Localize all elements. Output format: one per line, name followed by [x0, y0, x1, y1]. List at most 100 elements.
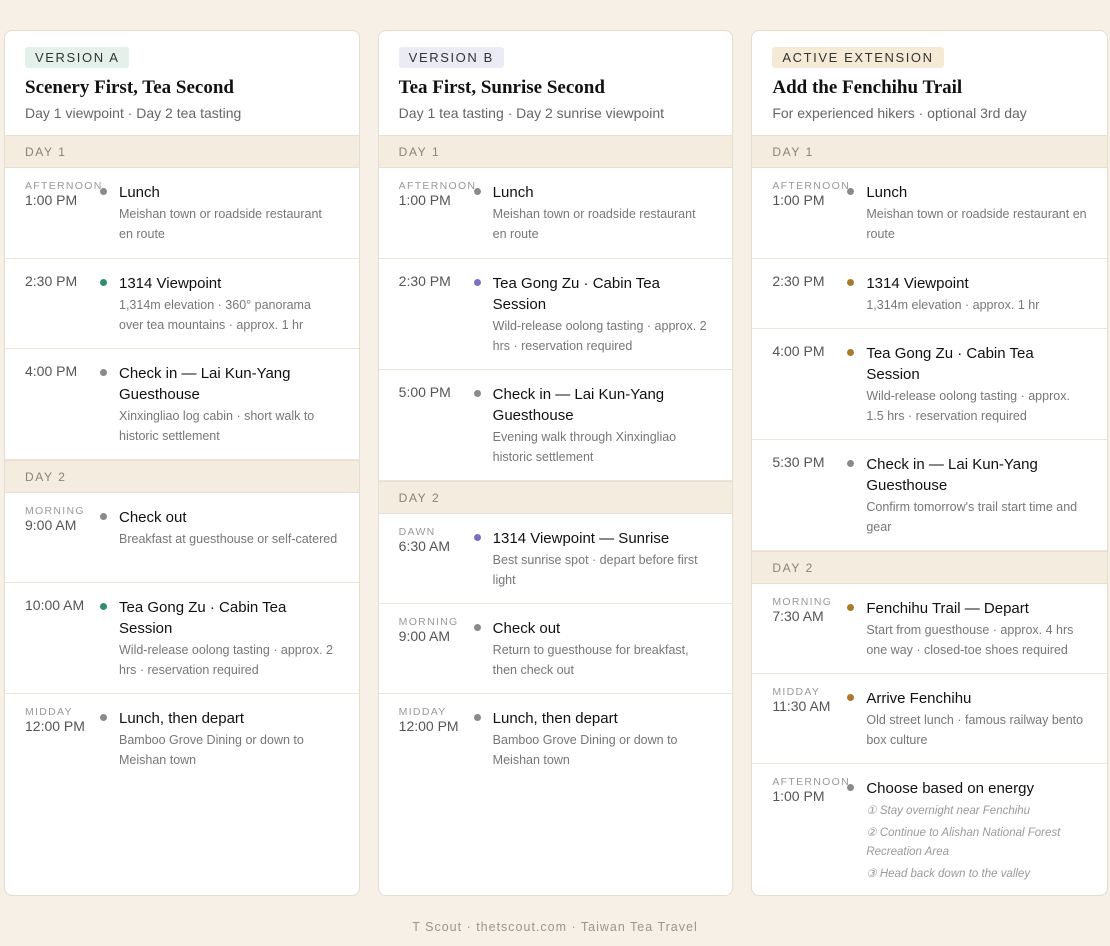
- event-time: 7:30 AM: [772, 608, 824, 624]
- period-label: AFTERNOON: [772, 776, 850, 788]
- event-title: Check in — Lai Kun-Yang Guesthouse: [492, 386, 665, 424]
- period-label: AFTERNOON: [398, 180, 477, 192]
- time-block: MORNING 9:00 AM: [25, 505, 107, 534]
- itinerary-event[interactable]: MIDDAY 12:00 PM Lunch, then depart Bambo…: [5, 694, 359, 784]
- event-title: Tea Gong Zu · Cabin Tea Session: [119, 599, 287, 637]
- card-subtitle: Day 1 viewpoint · Day 2 tea tasting: [25, 105, 242, 121]
- status-dot-icon: [100, 188, 107, 195]
- version-badge: VERSION A: [25, 47, 130, 68]
- itinerary-event[interactable]: AFTERNOON 1:00 PM Lunch Meishan town or …: [752, 168, 1108, 259]
- itinerary-event[interactable]: MORNING 9:00 AM Check out Breakfast at g…: [5, 493, 359, 583]
- event-description: Bamboo Grove Dining or down to Meishan t…: [492, 733, 678, 767]
- event-title: Check in — Lai Kun-Yang Guesthouse: [866, 456, 1038, 494]
- event-description: Wild-release oolong tasting · approx. 2 …: [119, 643, 334, 677]
- itinerary-event[interactable]: MIDDAY 11:30 AM Arrive Fenchihu Old stre…: [752, 674, 1108, 764]
- itinerary-event[interactable]: DAWN 6:30 AM 1314 Viewpoint — Sunrise Be…: [378, 514, 733, 604]
- status-dot-icon: [100, 603, 107, 610]
- period-label: MORNING: [398, 616, 459, 628]
- itinerary-event[interactable]: 4:00 PM Tea Gong Zu · Cabin Tea Session …: [752, 329, 1108, 440]
- event-description: Wild-release oolong tasting · approx. 1.…: [866, 389, 1070, 423]
- status-dot-icon: [473, 188, 481, 195]
- event-title: Check out: [492, 620, 561, 637]
- event-title: Tea Gong Zu · Cabin Tea Session: [866, 345, 1034, 383]
- event-title: Arrive Fenchihu: [866, 690, 972, 707]
- event-description: Best sunrise spot · depart before first …: [492, 553, 698, 587]
- event-time: 11:30 AM: [772, 698, 831, 714]
- time-block: 4:00 PM: [772, 341, 854, 360]
- card-header: ACTIVE EXTENSION Add the Fenchihu Trail …: [752, 31, 1107, 135]
- event-title: Fenchihu Trail — Depart: [866, 600, 1029, 617]
- event-description: Start from guesthouse · approx. 4 hrs on…: [866, 623, 1074, 657]
- time-block: AFTERNOON 1:00 PM: [772, 776, 854, 805]
- event-time: 2:30 PM: [772, 273, 825, 289]
- event-title: 1314 Viewpoint — Sunrise: [492, 530, 670, 547]
- active-extension-card: ACTIVE EXTENSION Add the Fenchihu Trail …: [751, 30, 1109, 896]
- itinerary-event[interactable]: 5:00 PM Check in — Lai Kun-Yang Guesthou…: [378, 370, 733, 481]
- time-block: 5:30 PM: [772, 452, 854, 471]
- event-time: 10:00 AM: [25, 597, 85, 613]
- event-time: 1:00 PM: [772, 192, 825, 208]
- card-title: Tea First, Sunrise Second: [398, 77, 605, 98]
- period-label: MIDDAY: [772, 686, 821, 698]
- status-dot-icon: [100, 369, 107, 376]
- itinerary-columns: VERSION A Scenery First, Tea Second Day …: [4, 30, 1109, 896]
- time-block: 2:30 PM: [25, 271, 107, 290]
- card-title: Scenery First, Tea Second: [25, 77, 234, 98]
- event-description: Bamboo Grove Dining or down to Meishan t…: [119, 733, 304, 767]
- status-dot-icon: [473, 624, 481, 631]
- period-label: DAWN: [398, 526, 436, 538]
- status-dot-icon: [473, 279, 481, 286]
- event-time: 4:00 PM: [772, 343, 825, 359]
- period-label: MORNING: [772, 596, 833, 608]
- day-header: DAY 2: [752, 551, 1108, 584]
- itinerary-event[interactable]: MORNING 7:30 AM Fenchihu Trail — Depart …: [752, 584, 1108, 674]
- itinerary-event[interactable]: MIDDAY 12:00 PM Lunch, then depart Bambo…: [379, 694, 733, 784]
- option-item: ② Continue to Alishan National Forest Re…: [866, 827, 1061, 858]
- status-dot-icon: [100, 513, 107, 520]
- itinerary-event[interactable]: 10:00 AM Tea Gong Zu · Cabin Tea Session…: [5, 583, 359, 694]
- itinerary-event[interactable]: 4:00 PM Check in — Lai Kun-Yang Guesthou…: [5, 349, 359, 460]
- itinerary-event[interactable]: AFTERNOON 1:00 PM Choose based on energy…: [752, 764, 1107, 894]
- event-time: 12:00 PM: [25, 718, 85, 734]
- day-header: DAY 1: [378, 135, 733, 168]
- card-subtitle: For experienced hikers · optional 3rd da…: [772, 105, 1027, 121]
- itinerary-event[interactable]: 2:30 PM 1314 Viewpoint 1,314m elevation …: [752, 259, 1108, 329]
- itinerary-event[interactable]: AFTERNOON 1:00 PM Lunch Meishan town or …: [378, 168, 733, 259]
- itinerary-event[interactable]: 5:30 PM Check in — Lai Kun-Yang Guesthou…: [752, 440, 1108, 551]
- event-title: Lunch, then depart: [119, 710, 245, 727]
- status-dot-icon: [100, 279, 107, 286]
- event-description: Meishan town or roadside restaurant en r…: [119, 207, 322, 241]
- event-description: Xinxingliao log cabin · short walk to hi…: [119, 409, 315, 443]
- itinerary-event[interactable]: 2:30 PM 1314 Viewpoint 1,314m elevation …: [5, 259, 359, 349]
- status-dot-icon: [100, 714, 107, 721]
- time-block: AFTERNOON 1:00 PM: [772, 180, 854, 209]
- event-title: Lunch: [492, 184, 534, 201]
- event-time: 1:00 PM: [25, 192, 78, 208]
- card-title: Add the Fenchihu Trail: [772, 77, 963, 98]
- itinerary-event[interactable]: AFTERNOON 1:00 PM Lunch Meishan town or …: [5, 168, 359, 259]
- event-time: 1:00 PM: [398, 192, 451, 208]
- event-title: Check in — Lai Kun-Yang Guesthouse: [119, 365, 291, 403]
- event-time: 1:00 PM: [772, 788, 825, 804]
- itinerary-event[interactable]: 2:30 PM Tea Gong Zu · Cabin Tea Session …: [378, 259, 733, 370]
- period-label: MIDDAY: [398, 706, 447, 718]
- time-block: 10:00 AM: [25, 595, 107, 614]
- period-label: MIDDAY: [25, 706, 73, 718]
- status-dot-icon: [473, 534, 481, 541]
- itinerary-event[interactable]: MORNING 9:00 AM Check out Return to gues…: [378, 604, 733, 694]
- event-time: 9:00 AM: [398, 628, 451, 644]
- period-label: AFTERNOON: [772, 180, 850, 192]
- day-header: DAY 1: [752, 135, 1108, 168]
- time-block: MIDDAY 11:30 AM: [772, 686, 854, 715]
- time-block: AFTERNOON 1:00 PM: [25, 180, 107, 209]
- event-time: 2:30 PM: [25, 273, 78, 289]
- time-block: MIDDAY 12:00 PM: [25, 706, 107, 735]
- event-time: 5:00 PM: [398, 384, 451, 400]
- event-time: 4:00 PM: [25, 363, 78, 379]
- event-title: Tea Gong Zu · Cabin Tea Session: [492, 275, 660, 313]
- version-b-card: VERSION B Tea First, Sunrise Second Day …: [377, 30, 734, 896]
- event-description: Evening walk through Xinxingliao histori…: [492, 430, 677, 464]
- time-block: AFTERNOON 1:00 PM: [399, 180, 481, 209]
- time-block: MIDDAY 12:00 PM: [399, 706, 481, 735]
- card-subtitle: Day 1 tea tasting · Day 2 sunrise viewpo…: [398, 105, 665, 121]
